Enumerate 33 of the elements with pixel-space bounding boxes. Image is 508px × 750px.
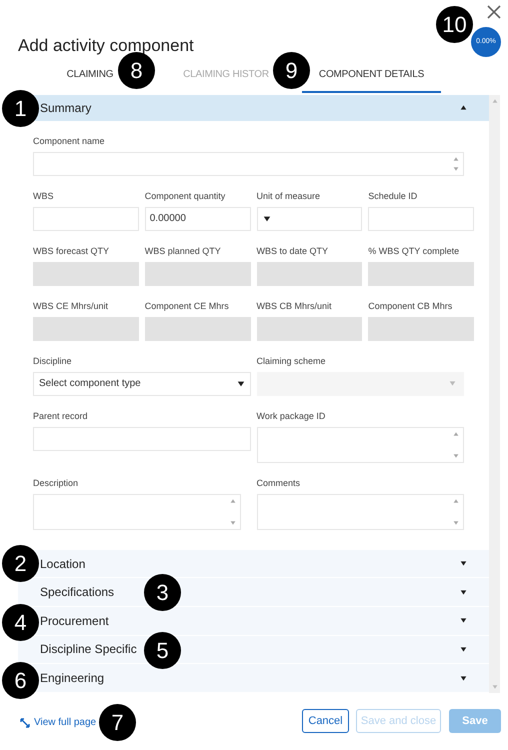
field-label: WBS planned QTY: [144, 244, 222, 257]
field-label: WBS: [33, 190, 55, 202]
field-label: Schedule ID: [368, 190, 418, 202]
callout-tooltip: 6: [2, 662, 39, 699]
field-label: WBS forecast QTY: [33, 244, 110, 257]
field-label: Claiming scheme: [256, 354, 327, 367]
field-label: Parent record: [33, 410, 89, 422]
section-title: Summary: [40, 100, 92, 117]
callout-tooltip: 1: [2, 90, 39, 127]
field-label: Component CB Mhrs: [368, 300, 454, 312]
section-title: Discipline Specific: [40, 641, 137, 658]
callout-tooltip: 7: [99, 704, 136, 741]
field-label: % WBS QTY complete: [368, 244, 460, 257]
callout-tooltip: 9: [273, 52, 310, 89]
field-label: WBS to date QTY: [256, 244, 330, 257]
callout-tooltip: 2: [2, 545, 39, 582]
field-label: WBS CB Mhrs/unit: [256, 300, 333, 312]
callout-tooltip: 4: [2, 604, 39, 641]
field-label: Comments: [256, 476, 302, 489]
section-title: Specifications: [40, 584, 114, 602]
field-label: Work package ID: [256, 410, 326, 422]
section-title: Procurement: [40, 612, 109, 630]
callout-tooltip: 8: [118, 52, 155, 89]
field-label: Discipline: [33, 354, 73, 367]
field-label: Description: [33, 476, 80, 489]
section-title: Location: [40, 556, 86, 573]
field-label: Unit of measure: [256, 190, 322, 202]
field-label: Component CE Mhrs: [144, 300, 230, 312]
field-label: Component quantity: [144, 190, 226, 202]
field-label: Component name: [33, 134, 106, 147]
field-label: WBS CE Mhrs/unit: [33, 300, 110, 312]
section-title: Engineering: [40, 670, 104, 688]
callout-tooltip: 10: [436, 6, 473, 43]
